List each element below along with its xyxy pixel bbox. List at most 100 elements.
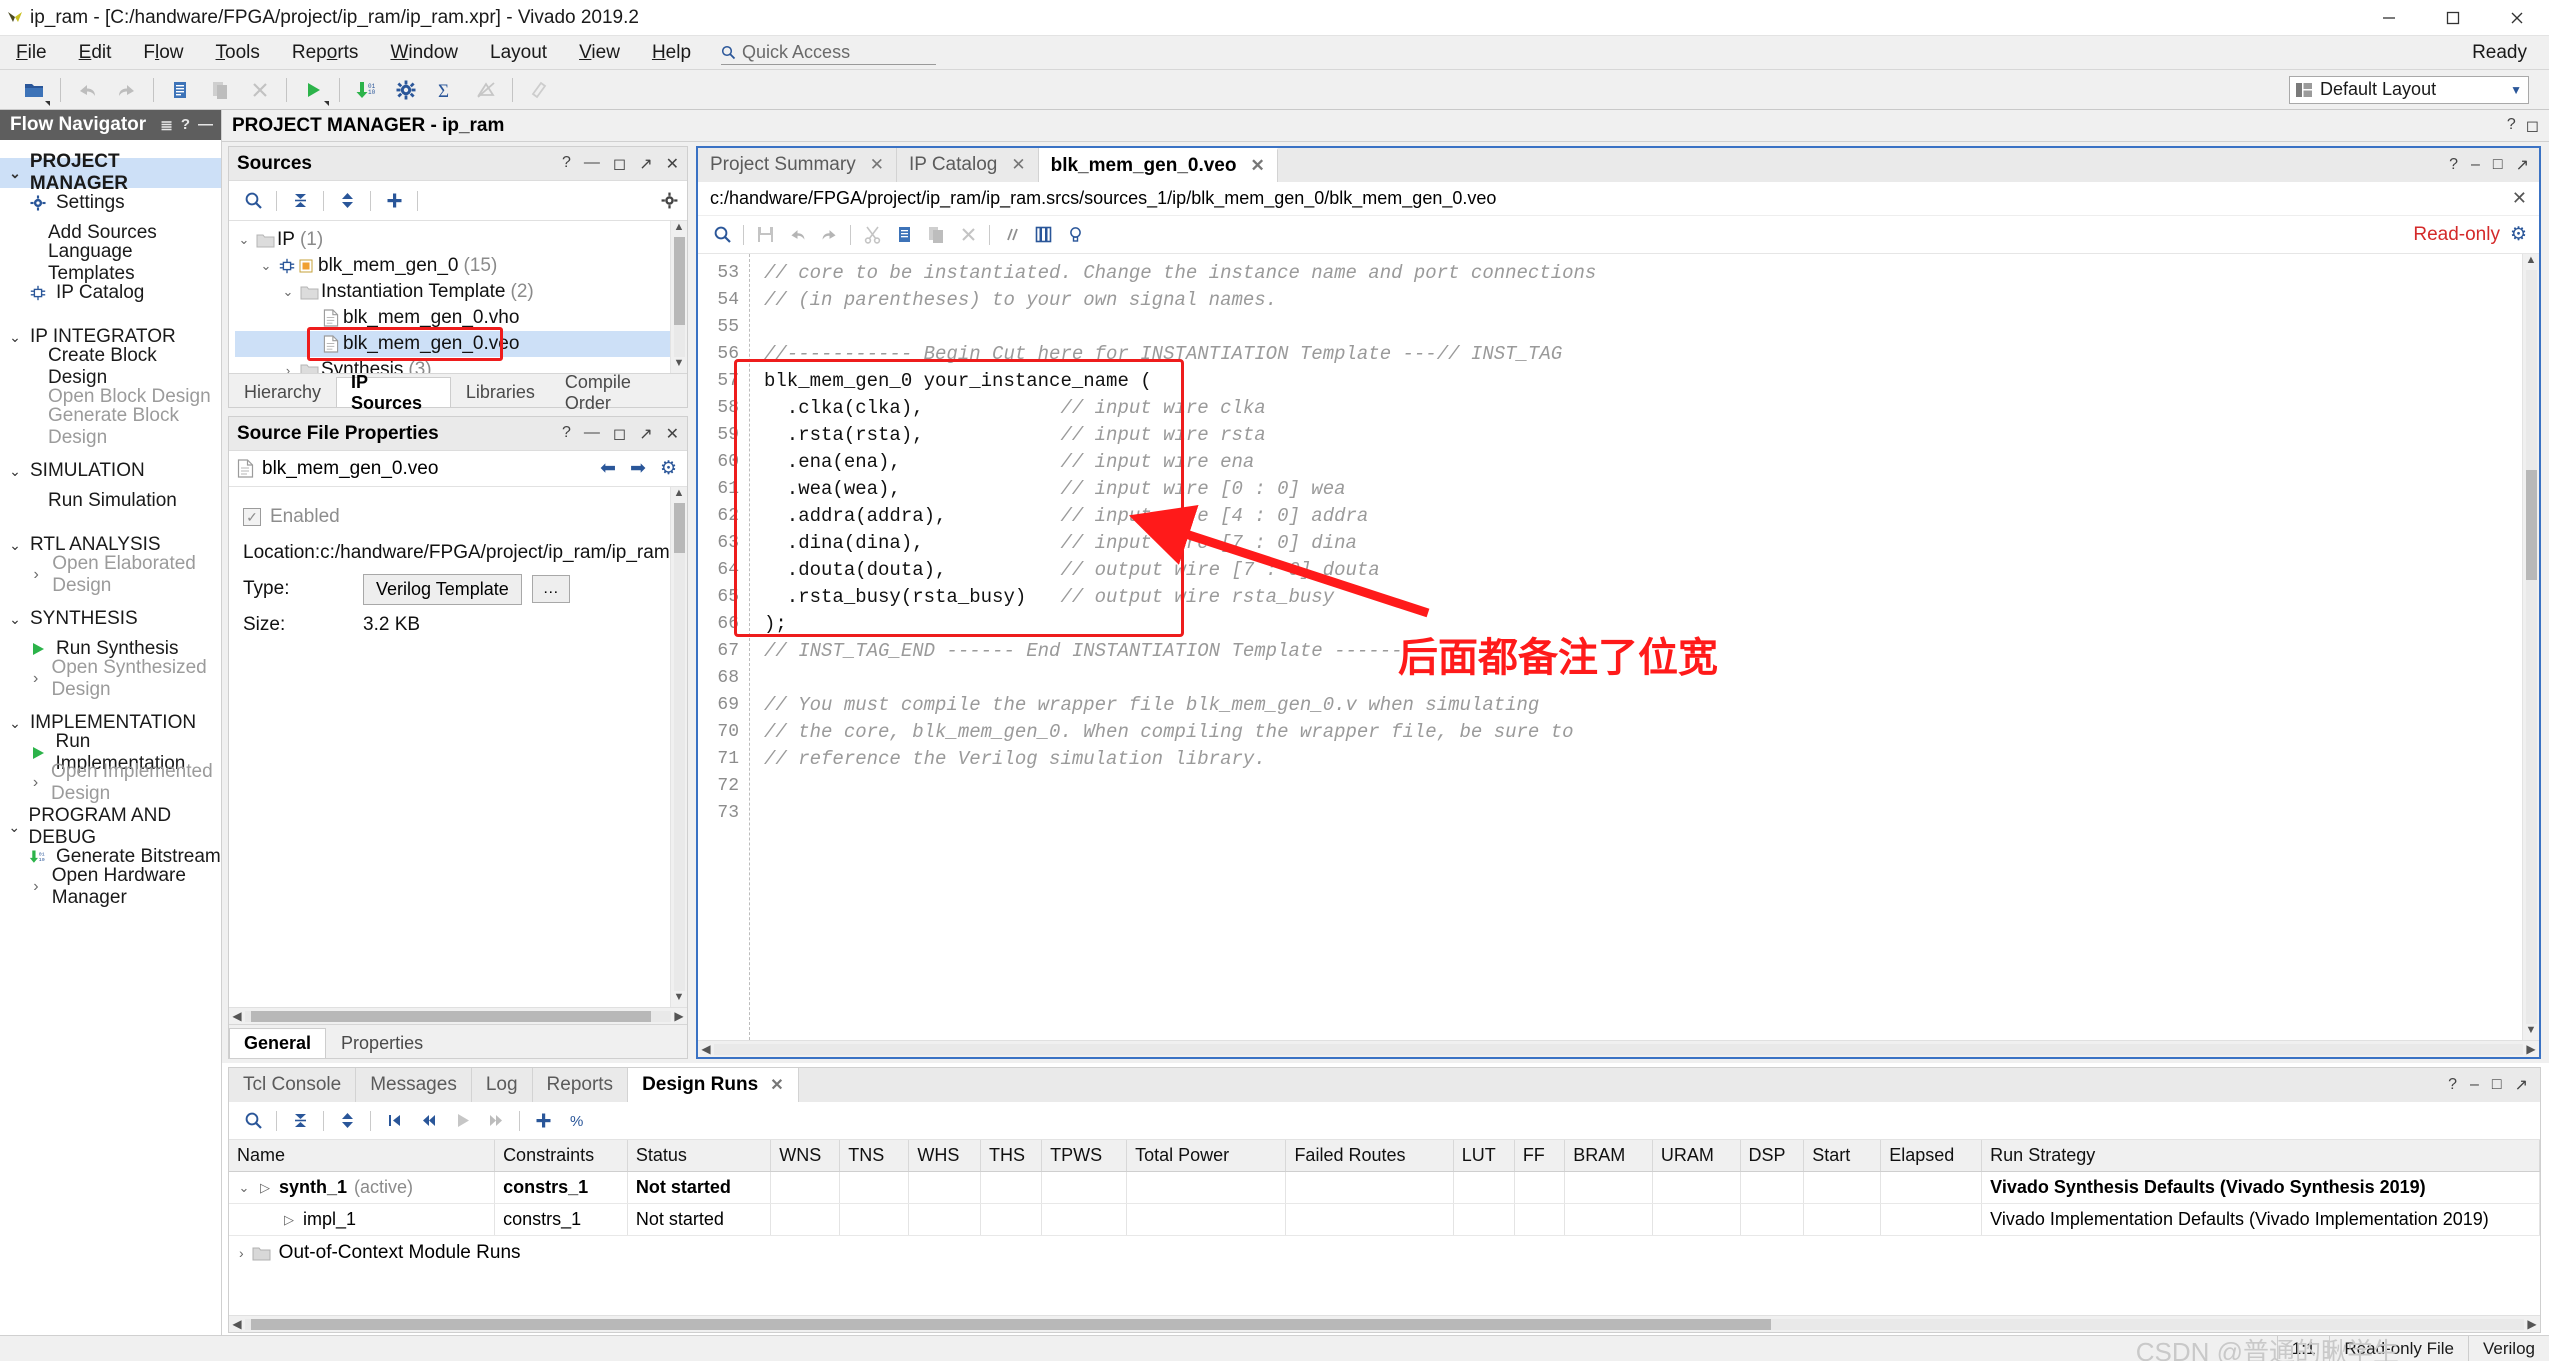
minimize-icon[interactable]: – [2471,156,2480,174]
chevron-down-icon[interactable]: ⌄ [8,329,22,346]
column-header-tpws[interactable]: TPWS [1042,1140,1127,1172]
table-row[interactable]: ▷impl_1constrs_1Not startedVivado Implem… [229,1204,2540,1236]
sigma-icon[interactable]: Σ [426,72,466,108]
help-icon[interactable]: ? [562,424,571,444]
flow-nav-section-simulation[interactable]: ⌄SIMULATION [0,456,221,486]
chevron-down-icon[interactable]: ⌄ [279,284,297,300]
search-icon[interactable] [706,219,738,251]
float-icon[interactable]: ↗ [639,424,652,444]
ooc-module-runs-row[interactable]: › Out-of-Context Module Runs [229,1236,2540,1270]
sources-tab-ip-sources[interactable]: IP Sources [336,377,451,407]
help-icon[interactable]: ? [562,154,571,174]
new-file-icon[interactable] [160,72,200,108]
expand-all-icon[interactable] [331,1105,363,1137]
minimize-icon[interactable]: – [2470,1076,2479,1094]
close-icon[interactable]: ✕ [1250,156,1264,176]
help-icon[interactable]: ? [181,116,190,134]
bottom-tab-design-runs[interactable]: Design Runs✕ [628,1068,799,1102]
tree-node[interactable]: ⌄IP(1) [235,227,670,253]
bottom-tab-reports[interactable]: Reports [533,1068,629,1102]
scroll-left-icon[interactable]: ◀ [229,1317,245,1331]
column-header-status[interactable]: Status [627,1140,770,1172]
run-icon[interactable] [293,72,333,108]
copy-icon[interactable] [888,219,920,251]
sfp-horizontal-scrollbar[interactable]: ◀ ▶ [229,1007,687,1024]
chevron-right-icon[interactable]: › [279,363,297,374]
chevron-right-icon[interactable]: › [239,1245,244,1261]
chevron-down-icon[interactable]: ⌄ [257,258,275,274]
quick-access-search[interactable]: Quick Access [721,41,936,65]
editor-tab-ip-catalog[interactable]: IP Catalog✕ [897,148,1039,182]
scroll-left-icon[interactable]: ◀ [229,1009,245,1023]
flow-nav-item-generate-block-design[interactable]: Generate Block Design [0,412,221,442]
minimize-icon[interactable]: ― [584,424,600,444]
expand-all-icon[interactable] [331,185,363,217]
column-header-name[interactable]: Name [229,1140,495,1172]
sources-tree[interactable]: ⌄IP(1)⌄blk_mem_gen_0(15)⌄Instantiation T… [229,221,670,373]
menu-layout[interactable]: Layout [474,36,563,70]
next-icon[interactable] [480,1105,512,1137]
tree-node[interactable]: blk_mem_gen_0.vho [235,305,670,331]
close-button[interactable] [2485,0,2549,35]
generate-bitstream-icon[interactable]: 0110 [346,72,386,108]
enabled-checkbox[interactable]: ✓ [243,508,261,526]
chevron-down-icon[interactable]: ⌄ [237,1180,251,1196]
collapse-all-icon[interactable]: ≣ [160,116,173,134]
restore-icon[interactable]: □ [2493,156,2503,174]
redo-icon[interactable] [813,219,845,251]
menu-reports[interactable]: Reports [276,36,375,70]
help-icon[interactable]: ? [2448,1076,2457,1094]
column-header-constraints[interactable]: Constraints [495,1140,628,1172]
back-icon[interactable]: ⬅ [600,457,616,480]
restore-icon[interactable]: □ [2492,1076,2502,1094]
scroll-right-icon[interactable]: ▶ [2524,1317,2540,1331]
column-header-elapsed[interactable]: Elapsed [1881,1140,1982,1172]
chevron-down-icon[interactable]: ⌄ [8,463,22,480]
menu-edit[interactable]: Edit [63,36,128,70]
tree-node[interactable]: blk_mem_gen_0.veo [235,331,670,357]
bottom-tab-tcl-console[interactable]: Tcl Console [229,1068,356,1102]
sources-tab-compile-order[interactable]: Compile Order [550,377,687,407]
table-row[interactable]: ⌄▷synth_1(active)constrs_1Not startedViv… [229,1172,2540,1204]
editor-tab-project-summary[interactable]: Project Summary✕ [698,148,897,182]
float-icon[interactable]: ↗ [2515,1075,2528,1095]
collapse-all-icon[interactable] [284,185,316,217]
redo-icon[interactable] [107,72,147,108]
sources-tab-libraries[interactable]: Libraries [451,377,550,407]
column-header-whs[interactable]: WHS [909,1140,981,1172]
bulb-icon[interactable] [1059,219,1091,251]
column-header-total-power[interactable]: Total Power [1127,1140,1286,1172]
editor-tab-blk-mem-gen-0-veo[interactable]: blk_mem_gen_0.veo✕ [1039,148,1278,182]
search-icon[interactable] [237,185,269,217]
flow-nav-section-project-manager[interactable]: ⌄PROJECT MANAGER [0,158,221,188]
first-icon[interactable] [378,1105,410,1137]
cut-icon[interactable] [856,219,888,251]
design-runs-horizontal-scrollbar[interactable]: ◀ ▶ [229,1315,2540,1332]
prev-icon[interactable] [412,1105,444,1137]
close-icon[interactable]: ✕ [770,1075,783,1095]
minimize-panel-icon[interactable]: ― [198,116,213,134]
undo-icon[interactable] [781,219,813,251]
column-header-tns[interactable]: TNS [840,1140,909,1172]
float-icon[interactable]: ↗ [2516,155,2529,175]
sfp-type-value[interactable]: Verilog Template [363,574,522,605]
paste-icon[interactable] [920,219,952,251]
sources-tab-hierarchy[interactable]: Hierarchy [229,377,336,407]
flow-nav-item-open-elaborated-design[interactable]: ›Open Elaborated Design [0,560,221,590]
column-header-wns[interactable]: WNS [771,1140,840,1172]
chevron-down-icon[interactable]: ⌄ [8,819,21,836]
maximize-button[interactable] [2421,0,2485,35]
column-header-bram[interactable]: BRAM [1565,1140,1653,1172]
column-header-ff[interactable]: FF [1514,1140,1564,1172]
sources-vertical-scrollbar[interactable]: ▲ ▼ [670,221,687,373]
design-runs-table[interactable]: NameConstraintsStatusWNSTNSWHSTHSTPWSTot… [229,1140,2540,1236]
restore-icon[interactable]: ◻ [613,424,626,444]
column-header-failed-routes[interactable]: Failed Routes [1286,1140,1453,1172]
tree-node[interactable]: ⌄Instantiation Template(2) [235,279,670,305]
open-project-icon[interactable] [14,72,54,108]
minimize-icon[interactable]: ― [584,154,600,174]
save-icon[interactable] [749,219,781,251]
flow-nav-item-create-block-design[interactable]: Create Block Design [0,352,221,382]
menu-tools[interactable]: Tools [200,36,276,70]
close-icon[interactable]: ✕ [870,155,884,175]
